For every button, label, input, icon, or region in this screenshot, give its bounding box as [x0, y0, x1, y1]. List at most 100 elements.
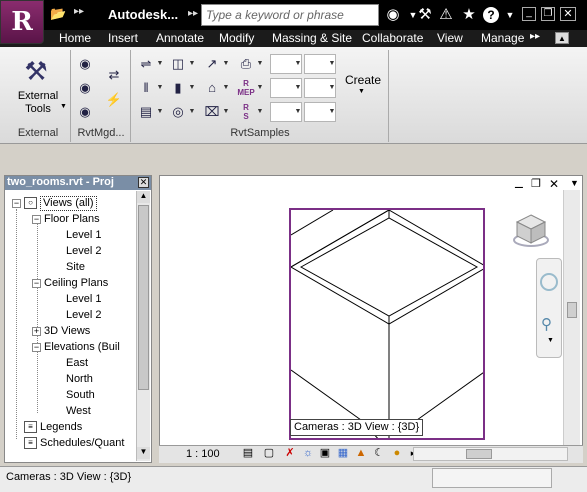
dropdown-arrow-icon[interactable]: ▼ [294, 54, 302, 74]
model-graphics-icon[interactable]: ▢ [262, 446, 276, 460]
dropdown-arrow-icon[interactable]: ▼ [294, 102, 302, 122]
tab-annotate[interactable]: Annotate [156, 30, 204, 47]
lightning-icon[interactable]: ⚡ [104, 90, 124, 110]
tab-modify[interactable]: Modify [219, 30, 254, 47]
open-folder-icon[interactable]: 📂 [50, 6, 70, 24]
dropdown-arrow-icon[interactable]: ▼ [328, 102, 336, 122]
collapse-icon[interactable]: − [12, 199, 21, 208]
title-overflow-icon[interactable]: ▸▸ [188, 8, 198, 19]
communication-icon[interactable]: ⚠ [436, 5, 456, 25]
dropdown-arrow-icon[interactable]: ▼ [256, 78, 264, 98]
collapse-icon[interactable]: − [32, 215, 41, 224]
steering-wheel-icon[interactable] [540, 273, 558, 291]
dropdown-arrow-icon[interactable]: ▼ [328, 78, 336, 98]
external-tools-icon[interactable]: ⚒ [18, 54, 54, 88]
dropdown-arrow-icon[interactable]: ▼ [156, 54, 164, 74]
scroll-thumb[interactable] [567, 302, 577, 318]
dropdown-arrow-icon[interactable]: ▼ [188, 78, 196, 98]
tab-overflow-icon[interactable]: ▸▸ [530, 30, 540, 47]
binoculars-icon[interactable]: ◉ [383, 5, 403, 25]
hide-isolate-icon[interactable]: ▲ [354, 446, 368, 460]
drawing-vertical-scrollbar[interactable] [563, 190, 580, 448]
flow-icon[interactable]: ⇌ [136, 54, 156, 74]
app-title: Autodesk... [108, 7, 179, 22]
minimize-view-icon[interactable]: ⚊ [514, 178, 524, 191]
dropdown-arrow-icon[interactable]: ▼ [222, 54, 230, 74]
house-icon[interactable]: ⌂ [202, 78, 222, 98]
scroll-up-icon[interactable]: ▲ [137, 191, 150, 203]
detail-level-icon[interactable]: ▤ [241, 446, 255, 460]
project-browser-scrollbar[interactable]: ▲ ▼ [136, 191, 150, 461]
search-input[interactable]: Type a keyword or phrase [201, 4, 379, 26]
drawing-horizontal-scrollbar[interactable] [413, 447, 568, 461]
show-crop-icon[interactable]: ▦ [336, 446, 350, 460]
help-icon[interactable]: ? [483, 7, 499, 23]
tab-insert[interactable]: Insert [108, 30, 138, 47]
move-icon[interactable]: ⇄ [104, 65, 124, 85]
dropdown-arrow-icon[interactable]: ▼ [256, 102, 264, 122]
binoculars-icon[interactable]: ◉ [75, 102, 95, 122]
wall-icon[interactable]: ▮ [168, 78, 188, 98]
door-icon[interactable]: ◫ [168, 54, 188, 74]
dropdown-arrow-icon[interactable]: ▼ [188, 102, 196, 122]
dropdown-arrow-icon[interactable]: ▼ [222, 78, 230, 98]
3d-viewport[interactable] [289, 208, 485, 440]
tab-home[interactable]: Home [59, 30, 91, 47]
viewcube-icon[interactable] [512, 212, 550, 248]
minimize-icon[interactable]: _ [522, 7, 536, 21]
reveal-hidden-icon[interactable]: ☾ [372, 446, 386, 460]
dropdown-arrow-icon[interactable]: ▼ [222, 102, 230, 122]
restore-icon[interactable]: ❐ [541, 7, 555, 21]
quick-access-more-icon[interactable]: ▸▸ [74, 6, 88, 24]
create-dropdown-icon[interactable]: ▼ [358, 88, 365, 95]
dropdown-arrow-icon[interactable]: ▼ [256, 54, 264, 74]
dropdown-arrow-icon[interactable]: ▼ [156, 102, 164, 122]
zoom-dropdown-icon[interactable]: ▼ [547, 337, 554, 344]
dropdown-arrow-icon[interactable]: ▼ [156, 78, 164, 98]
external-tools-button[interactable]: External Tools [14, 90, 62, 116]
close-view-icon[interactable]: ✕ [549, 177, 559, 191]
close-icon[interactable]: ✕ [560, 7, 576, 21]
revit-structure-icon[interactable]: RS [236, 102, 256, 122]
binoculars-icon[interactable]: ◉ [75, 54, 95, 74]
scroll-thumb[interactable] [466, 449, 492, 459]
lightbulb-icon[interactable]: ● [390, 446, 404, 460]
panel-label-rvtmgd: RvtMgd... [77, 127, 125, 139]
zoom-icon[interactable]: ⚲ [541, 315, 552, 333]
shadows-icon[interactable]: ✗ [283, 446, 297, 460]
star-icon[interactable]: ★ [459, 5, 479, 25]
column-icon[interactable]: ‖ [136, 78, 156, 98]
collapse-icon[interactable]: − [32, 343, 41, 352]
printer-icon[interactable]: ⎙ [236, 54, 256, 74]
dropdown-arrow-icon[interactable]: ▼ [188, 54, 196, 74]
restore-view-icon[interactable]: ❐ [531, 177, 541, 190]
grid-sphere-icon[interactable]: ◎ [168, 102, 188, 122]
measure-icon[interactable]: ↗ [202, 54, 222, 74]
crop-view-icon[interactable]: ▣ [318, 446, 332, 460]
dropdown-arrow-icon[interactable]: ▼ [294, 78, 302, 98]
ribbon-minimize-icon[interactable]: ▲ [555, 32, 569, 44]
collapse-icon[interactable]: − [32, 279, 41, 288]
scroll-thumb[interactable] [138, 205, 149, 390]
create-button[interactable]: Create [345, 73, 381, 87]
tab-manage[interactable]: Manage [481, 30, 524, 47]
tab-massing-site[interactable]: Massing & Site [272, 30, 352, 47]
help-dropdown-icon[interactable]: ▼ [500, 10, 520, 30]
schedule-icon[interactable]: ▤ [136, 102, 156, 122]
tools-icon[interactable]: ⚒ [415, 5, 435, 25]
project-browser-title[interactable]: two_rooms.rvt - Proj [5, 176, 151, 190]
application-menu-button[interactable]: R [0, 0, 44, 44]
box-cross-icon[interactable]: ⌧ [202, 102, 222, 122]
binoculars-icon[interactable]: ◉ [75, 78, 95, 98]
external-tools-dropdown-icon[interactable]: ▼ [60, 103, 67, 110]
revit-mep-icon[interactable]: R MEP [236, 78, 256, 98]
tab-collaborate[interactable]: Collaborate [362, 30, 423, 47]
expand-icon[interactable]: + [32, 327, 41, 336]
sun-path-icon[interactable]: ☼ [301, 446, 315, 460]
close-icon[interactable]: ✕ [138, 177, 149, 188]
scale-selector[interactable]: 1 : 100 [186, 448, 220, 460]
view-menu-icon[interactable]: ▼ [570, 178, 579, 188]
dropdown-arrow-icon[interactable]: ▼ [328, 54, 336, 74]
tab-view[interactable]: View [437, 30, 463, 47]
scroll-down-icon[interactable]: ▼ [137, 447, 150, 459]
